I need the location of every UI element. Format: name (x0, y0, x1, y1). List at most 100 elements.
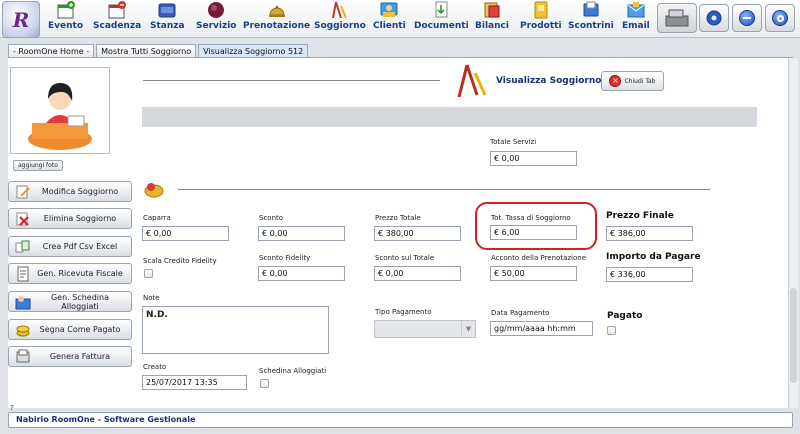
pagato-checkbox[interactable] (607, 326, 616, 335)
receipt-icon (583, 1, 599, 17)
crea-pdf-button[interactable]: Crea Pdf Csv Excel (8, 236, 132, 257)
coins-icon (16, 325, 30, 336)
toolbar-clienti[interactable]: Clienti (373, 1, 406, 31)
creato-field: 25/07/2017 13:35 (142, 375, 247, 390)
modifica-soggiorno-button[interactable]: Modifica Soggiorno (8, 181, 132, 202)
scala-credito-label: Scala Credito Fidelity (143, 257, 217, 265)
header-divider (143, 80, 440, 81)
prezzo-finale-label: Prezzo Finale (606, 211, 674, 221)
toolbar-email[interactable]: Email (622, 1, 650, 31)
help-mark: ? (10, 404, 14, 412)
export-icon (15, 240, 30, 252)
importo-pagare-label: Importo da Pagare (606, 252, 701, 262)
prezzo-finale-field: € 386,00 (606, 226, 693, 241)
toolbar-servizio[interactable]: Servizio (196, 1, 236, 31)
tab-visualizza-soggiorno[interactable]: Visualizza Soggiorno 512 (198, 44, 309, 58)
vertical-scrollbar[interactable] (788, 58, 798, 408)
power-icon (772, 10, 788, 26)
section-header-bar (142, 107, 757, 127)
toolbar-documenti[interactable]: Documenti (414, 1, 469, 31)
tipo-pagamento-label: Tipo Pagamento (375, 308, 432, 316)
toolbar-bilanci[interactable]: Bilanci (475, 1, 509, 31)
gear-icon (706, 10, 722, 26)
toolbar-stanza[interactable]: Stanza (150, 1, 185, 31)
scrollbar-thumb[interactable] (790, 288, 797, 383)
ricevuta-fiscale-button[interactable]: Gen. Ricevuta Fiscale (8, 263, 132, 284)
genera-fattura-button[interactable]: Genera Fattura (8, 346, 132, 367)
scala-credito-checkbox[interactable] (144, 269, 153, 278)
schedina-checkbox[interactable] (260, 379, 269, 388)
guest-card-icon (15, 295, 31, 309)
payment-section-icon (144, 183, 164, 198)
data-pagamento-field[interactable]: gg/mm/aaaa hh:mm (490, 321, 593, 336)
caparra-field[interactable]: € 0,00 (142, 226, 229, 241)
app-logo: R (2, 1, 40, 38)
tab-roomone-home[interactable]: - RoomOne Home - (8, 44, 95, 58)
data-pagamento-label: Data Pagamento (491, 309, 550, 317)
schedina-label: Schedina Alloggiati (259, 367, 327, 375)
importo-pagare-field: € 336,00 (606, 267, 693, 282)
totale-servizi-label: Totale Servizi (490, 138, 537, 146)
sconto-totale-label: Sconto sul Totale (375, 254, 435, 262)
close-icon: × (609, 75, 622, 87)
products-icon (534, 1, 548, 19)
cash-register-icon (665, 9, 689, 27)
tab-mostra-soggiorni[interactable]: Mostra Tutti Soggiorno (96, 44, 197, 58)
prezzo-totale-label: Prezzo Totale (375, 214, 421, 222)
edit-icon (16, 185, 30, 198)
footer-bar: Nabirio RoomOne - Software Gestionale (8, 412, 793, 428)
main-toolbar: R Evento Scadenza Stanza Servizio Prenot… (0, 0, 800, 38)
tab-bar: - RoomOne Home - Mostra Tutti Soggiorno … (8, 44, 309, 58)
page-title: Visualizza Soggiorno (496, 76, 602, 86)
chevron-down-icon: ▼ (461, 321, 475, 337)
calendar-remove-icon (108, 1, 127, 19)
close-tab-button[interactable]: × Chiudi Tab (601, 71, 664, 91)
bell-icon (268, 5, 285, 17)
elimina-soggiorno-button[interactable]: Elimina Soggiorno (8, 208, 132, 229)
note-textarea[interactable]: N.D. (142, 306, 329, 354)
tipo-pagamento-select[interactable]: ▼ (374, 320, 476, 338)
delete-icon (16, 212, 29, 226)
calendar-add-icon (57, 1, 75, 19)
add-photo-button[interactable]: aggiungi foto (13, 160, 63, 171)
service-icon (208, 2, 225, 18)
email-icon (627, 2, 645, 18)
documents-icon (435, 1, 448, 18)
hotel-key-icon (331, 1, 347, 19)
sconto-field[interactable]: € 0,00 (258, 226, 345, 241)
minimize-button[interactable] (732, 4, 762, 32)
note-label: Note (143, 294, 160, 302)
cash-register-button[interactable] (657, 3, 697, 33)
invoice-icon (16, 349, 30, 362)
balance-icon (484, 2, 500, 18)
sconto-fidelity-field[interactable]: € 0,00 (258, 266, 345, 281)
schedina-alloggiati-button[interactable]: Gen. Schedina Alloggiati (8, 291, 132, 312)
sconto-fidelity-label: Sconto Fidelity (259, 254, 311, 262)
toolbar-prodotti[interactable]: Prodotti (520, 1, 562, 31)
segna-pagato-button[interactable]: Segna Come Pagato (8, 319, 132, 340)
payment-section-divider (178, 189, 710, 190)
acconto-label: Acconto della Prenotazione (491, 254, 587, 262)
caparra-label: Caparra (143, 214, 171, 222)
receptionist-avatar-icon (28, 82, 92, 150)
soggiorno-icon (457, 64, 487, 98)
creato-label: Creato (143, 363, 167, 371)
receipt-icon (17, 266, 29, 281)
power-button[interactable] (765, 4, 795, 32)
settings-button[interactable] (699, 4, 729, 32)
sconto-totale-field[interactable]: € 0,00 (374, 266, 461, 281)
toolbar-evento[interactable]: Evento (48, 1, 83, 31)
pagato-label: Pagato (607, 311, 643, 321)
toolbar-scontrini[interactable]: Scontrini (568, 1, 614, 31)
minimize-icon (739, 10, 755, 26)
sconto-label: Sconto (259, 214, 284, 222)
acconto-field: € 50,00 (490, 266, 577, 281)
toolbar-scadenza[interactable]: Scadenza (93, 1, 141, 31)
clients-icon (380, 2, 398, 17)
toolbar-prenotazione[interactable]: Prenotazione (243, 1, 310, 31)
room-icon (158, 3, 176, 18)
tassa-soggiorno-label: Tot. Tassa di Soggiorno (491, 214, 571, 222)
totale-servizi-field: € 0,00 (490, 151, 577, 166)
tassa-soggiorno-field: € 6,00 (490, 225, 577, 240)
toolbar-soggiorno[interactable]: Soggiorno (314, 1, 366, 31)
